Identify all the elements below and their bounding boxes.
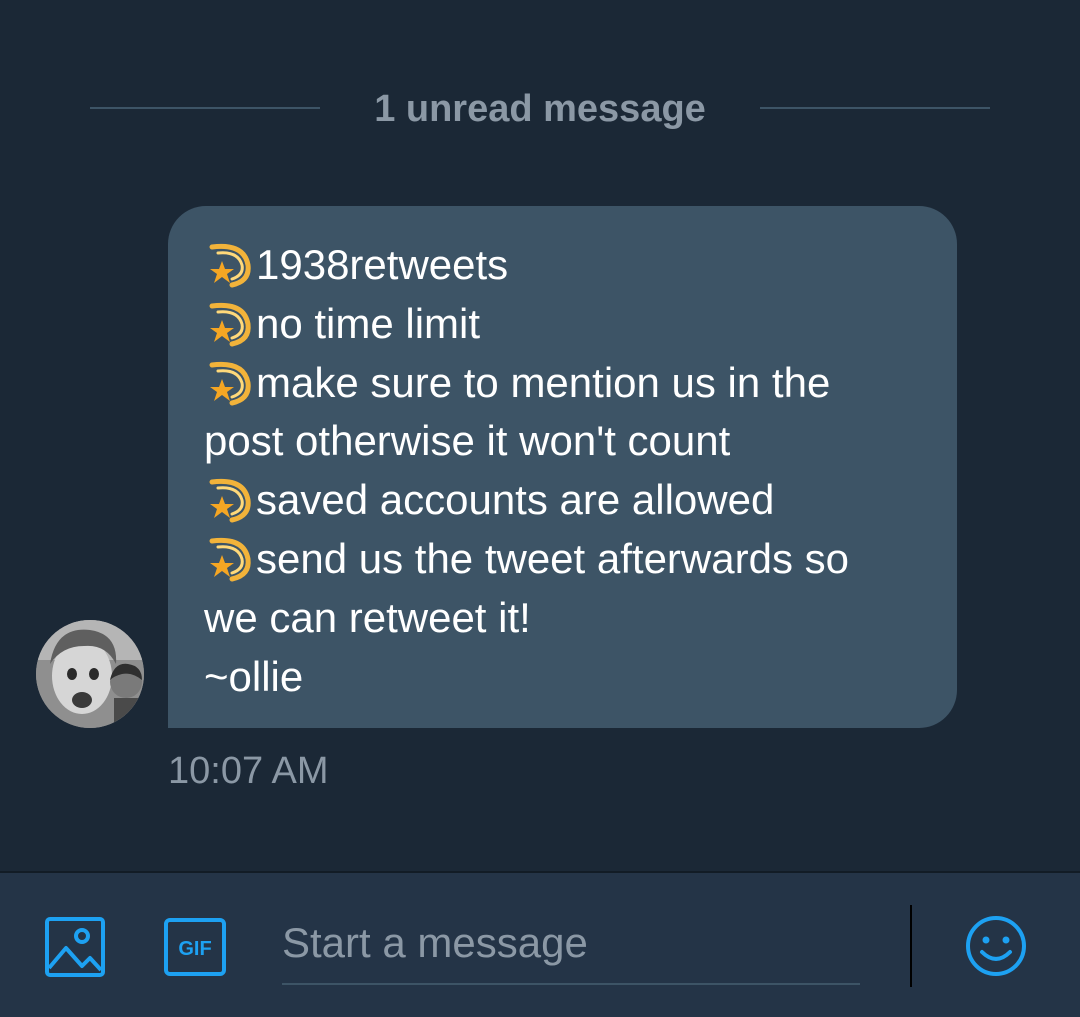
gif-icon[interactable]: GIF: [163, 917, 227, 977]
smiley-icon[interactable]: [964, 914, 1028, 978]
message-line: ~ollie: [204, 648, 921, 707]
message-line: post otherwise it won't count: [204, 412, 921, 471]
unread-divider: 1 unread message: [90, 86, 990, 132]
shooting-star-icon: [209, 479, 251, 523]
message-line: we can retweet it!: [204, 589, 921, 648]
shooting-star-icon: [209, 361, 251, 406]
message-line-text: send us the tweet afterwards so: [256, 534, 849, 582]
message-line: 1938retweets: [204, 236, 921, 295]
message-line-text: no time limit: [256, 299, 481, 347]
divider-line-right: [760, 107, 990, 109]
message-bubble[interactable]: 1938retweets no time limit make sure to …: [168, 206, 957, 728]
message-line: saved accounts are allowed: [204, 471, 921, 530]
shooting-star-icon: [209, 302, 251, 347]
message-line-text: post otherwise it won't count: [204, 417, 731, 465]
message-line: no time limit: [204, 295, 921, 354]
message-composer: GIF: [0, 871, 1080, 1017]
message-line-text: 1938retweets: [256, 241, 509, 288]
divider-line-left: [90, 107, 320, 109]
message-input[interactable]: [282, 903, 860, 985]
message-line-text: saved accounts are allowed: [256, 476, 775, 524]
shooting-star-icon: [209, 537, 251, 582]
message-line: make sure to mention us in the: [204, 354, 921, 413]
message-timestamp: 10:07 AM: [168, 750, 329, 792]
message-line-text: ~ollie: [204, 652, 304, 700]
sender-avatar[interactable]: [36, 620, 144, 728]
gif-label: GIF: [178, 938, 211, 960]
composer-separator: [910, 905, 912, 987]
message-line-text: we can retweet it!: [204, 593, 531, 641]
message-line: send us the tweet afterwards so: [204, 530, 921, 589]
message-line-text: make sure to mention us in the: [256, 358, 831, 406]
image-icon[interactable]: [44, 916, 106, 978]
shooting-star-icon: [209, 243, 251, 288]
unread-divider-label: 1 unread message: [374, 88, 706, 130]
